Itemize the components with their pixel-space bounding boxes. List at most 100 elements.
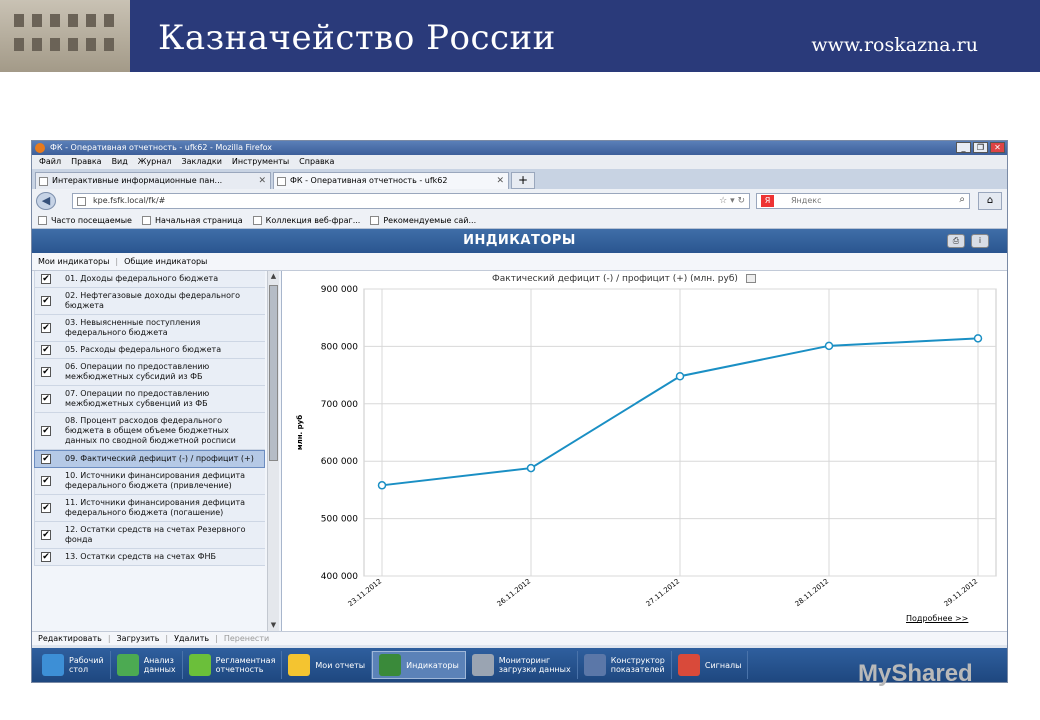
slide-header: Казначейство России www.roskazna.ru bbox=[0, 0, 1040, 72]
y-tick-label: 800 000 bbox=[321, 342, 358, 352]
star-icon bbox=[288, 654, 311, 676]
indicator-item[interactable]: ✔ 11. Источники финансирования дефицита ф… bbox=[34, 495, 265, 522]
indicator-label: 06. Операции по предоставлению межбюджет… bbox=[65, 362, 210, 381]
checkbox[interactable]: ✔ bbox=[41, 454, 51, 464]
nav-label: Мои отчеты bbox=[315, 660, 366, 670]
data-point bbox=[675, 371, 685, 381]
indicator-item[interactable]: ✔ 03. Невыясненные поступления федерально… bbox=[34, 315, 265, 342]
nav-item[interactable]: Анализ данных bbox=[111, 651, 183, 679]
nav-item[interactable]: Регламентная отчетность bbox=[183, 651, 283, 679]
nav-item[interactable]: Сигналы bbox=[672, 651, 749, 679]
scrollbar[interactable]: ▲ ▼ bbox=[267, 271, 279, 631]
indicator-item[interactable]: ✔ 10. Источники финансирования дефицита ф… bbox=[34, 468, 265, 495]
delete-button[interactable]: Удалить bbox=[174, 632, 209, 645]
building-photo bbox=[0, 0, 130, 72]
scroll-up-icon[interactable]: ▲ bbox=[268, 271, 279, 282]
info-button[interactable]: i bbox=[971, 234, 989, 248]
nav-bar: ◀ kpe.fsfk.local/fk/# ☆ ▾ ↻ Я Яндекс ⌕ ⌂ bbox=[32, 189, 1007, 213]
browser-tab-reporting[interactable]: ФК - Оперативная отчетность - ufk62 ✕ bbox=[273, 172, 509, 189]
data-point bbox=[973, 334, 983, 343]
address-bar[interactable]: kpe.fsfk.local/fk/# ☆ ▾ ↻ bbox=[72, 193, 750, 209]
nav-label: Индикаторы bbox=[406, 660, 459, 670]
menu-view[interactable]: Вид bbox=[112, 155, 128, 169]
indicator-item[interactable]: ✔ 05. Расходы федерального бюджета bbox=[34, 342, 265, 359]
function-icon bbox=[583, 654, 606, 676]
move-button[interactable]: Перенести bbox=[224, 632, 269, 645]
checkbox[interactable]: ✔ bbox=[41, 394, 51, 404]
checkbox[interactable]: ✔ bbox=[41, 530, 51, 540]
checkbox[interactable]: ✔ bbox=[41, 274, 51, 284]
slide-url: www.roskazna.ru bbox=[811, 34, 978, 56]
tab-my-indicators[interactable]: Мои индикаторы bbox=[38, 253, 109, 270]
minimize-icon[interactable]: _ bbox=[956, 142, 971, 153]
bookmark-item[interactable]: Начальная страница bbox=[141, 213, 243, 228]
tab-common-indicators[interactable]: Общие индикаторы bbox=[124, 253, 207, 270]
checkbox[interactable]: ✔ bbox=[41, 476, 51, 486]
y-axis-label: млн. руб bbox=[296, 415, 304, 450]
checkbox[interactable]: ✔ bbox=[41, 426, 51, 436]
indicator-item[interactable]: ✔ 07. Операции по предоставлению межбюдже… bbox=[34, 386, 265, 413]
y-tick-label: 400 000 bbox=[321, 572, 358, 582]
search-input[interactable]: Я Яндекс ⌕ bbox=[756, 193, 970, 209]
checkbox[interactable]: ✔ bbox=[41, 367, 51, 377]
tab-close-icon[interactable]: ✕ bbox=[496, 173, 504, 189]
menu-tools[interactable]: Инструменты bbox=[232, 155, 289, 169]
tab-strip: Интерактивные информационные пан... ✕ ФК… bbox=[32, 169, 1007, 189]
menu-file[interactable]: Файл bbox=[39, 155, 61, 169]
indicator-label: 10. Источники финансирования дефицита фе… bbox=[65, 471, 246, 490]
nav-item[interactable]: Мониторинг загрузки данных bbox=[466, 651, 578, 679]
upload-button[interactable]: Загрузить bbox=[117, 632, 160, 645]
nav-item[interactable]: Мои отчеты bbox=[282, 651, 373, 679]
signals-icon bbox=[677, 654, 700, 676]
edit-button[interactable]: Редактировать bbox=[38, 632, 102, 645]
indicator-tabs: Мои индикаторы | Общие индикаторы bbox=[32, 253, 1007, 271]
checkbox[interactable]: ✔ bbox=[41, 296, 51, 306]
app-header: ИНДИКАТОРЫ ⎙ i bbox=[32, 229, 1007, 253]
search-icon[interactable]: ⌕ bbox=[959, 193, 965, 207]
bookmark-item[interactable]: Часто посещаемые bbox=[38, 213, 132, 228]
bookmark-star-icon[interactable]: ☆ ▾ ↻ bbox=[719, 194, 745, 208]
more-link[interactable]: Подробнее >> bbox=[906, 614, 968, 623]
nav-item[interactable]: Конструктор показателей bbox=[578, 651, 672, 679]
page-icon bbox=[141, 216, 151, 225]
checkbox[interactable]: ✔ bbox=[41, 503, 51, 513]
browser-tab-dashboards[interactable]: Интерактивные информационные пан... ✕ bbox=[35, 172, 271, 189]
indicator-item[interactable]: ✔ 06. Операции по предоставлению межбюдже… bbox=[34, 359, 265, 386]
nav-item[interactable]: Рабочий стол bbox=[36, 651, 111, 679]
back-button[interactable]: ◀ bbox=[36, 192, 56, 210]
nav-label: Мониторинг загрузки данных bbox=[498, 656, 571, 674]
checkbox[interactable]: ✔ bbox=[41, 323, 51, 333]
bookmark-item[interactable]: Рекомендуемые сай... bbox=[370, 213, 476, 228]
chart-type-icon[interactable] bbox=[745, 274, 756, 283]
main-area: ✔ 01. Доходы федерального бюджета ✔ 02. Неф… bbox=[32, 271, 1007, 631]
home-button[interactable]: ⌂ bbox=[978, 192, 1002, 210]
checkbox[interactable]: ✔ bbox=[41, 345, 51, 355]
analysis-icon bbox=[116, 654, 139, 676]
menu-edit[interactable]: Правка bbox=[71, 155, 101, 169]
tab-label: Интерактивные информационные пан... bbox=[52, 176, 223, 185]
new-tab-button[interactable]: + bbox=[511, 172, 535, 189]
scroll-down-icon[interactable]: ▼ bbox=[268, 620, 279, 631]
scroll-thumb[interactable] bbox=[269, 285, 278, 461]
tab-close-icon[interactable]: ✕ bbox=[258, 173, 266, 189]
menu-help[interactable]: Справка bbox=[299, 155, 334, 169]
indicator-label: 11. Источники финансирования дефицита фе… bbox=[65, 498, 246, 517]
bookmark-item[interactable]: Коллекция веб-фраг... bbox=[252, 213, 360, 228]
data-point bbox=[377, 481, 387, 490]
restore-icon[interactable]: ❐ bbox=[973, 142, 988, 153]
close-icon[interactable]: ✕ bbox=[990, 142, 1005, 153]
indicator-item[interactable]: ✔ 12. Остатки средств на счетах Резервног… bbox=[34, 522, 265, 549]
indicator-item[interactable]: ✔ 13. Остатки средств на счетах ФНБ bbox=[34, 549, 265, 566]
menu-history[interactable]: Журнал bbox=[138, 155, 172, 169]
print-button[interactable]: ⎙ bbox=[947, 234, 965, 248]
page-icon bbox=[370, 216, 380, 225]
menu-bookmarks[interactable]: Закладки bbox=[181, 155, 221, 169]
nav-item[interactable]: Индикаторы bbox=[372, 651, 466, 679]
report-icon bbox=[188, 654, 211, 676]
nav-label: Конструктор показателей bbox=[610, 656, 665, 674]
checkbox[interactable]: ✔ bbox=[41, 552, 51, 562]
indicator-item[interactable]: ✔ 02. Нефтегазовые доходы федерального бю… bbox=[34, 288, 265, 315]
indicator-item[interactable]: ✔ 08. Процент расходов федерального бюдже… bbox=[34, 413, 265, 450]
indicator-item[interactable]: ✔ 01. Доходы федерального бюджета bbox=[34, 271, 265, 288]
indicator-item[interactable]: ✔ 09. Фактический дефицит (-) / профицит … bbox=[34, 450, 265, 468]
